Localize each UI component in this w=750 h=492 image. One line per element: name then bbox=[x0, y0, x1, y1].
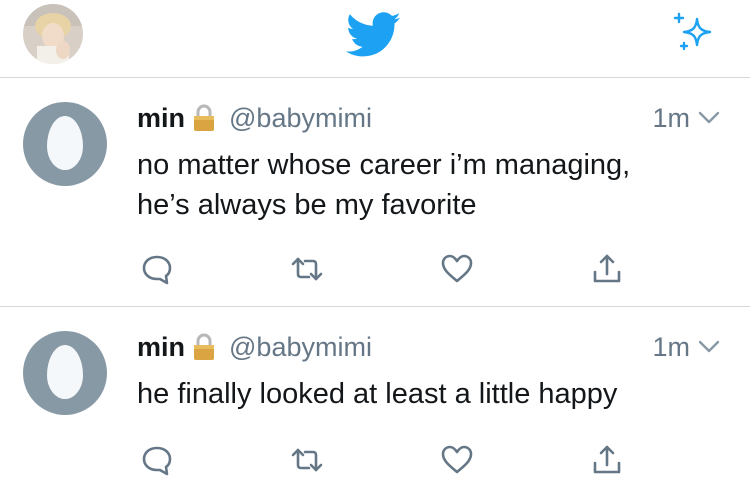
tweet-time: 1m bbox=[652, 101, 720, 135]
retweet-icon[interactable] bbox=[287, 249, 327, 289]
tweet-text: no matter whose career i’m managing, he’… bbox=[137, 145, 727, 225]
reply-icon[interactable] bbox=[137, 249, 177, 289]
lock-icon bbox=[194, 104, 215, 131]
like-icon[interactable] bbox=[437, 249, 477, 289]
tweet-text-line: no matter whose career i’m managing, bbox=[137, 149, 631, 181]
user-handle[interactable]: @babymimi bbox=[229, 332, 372, 363]
default-avatar-egg-icon[interactable] bbox=[23, 102, 107, 186]
display-name[interactable]: min bbox=[137, 103, 185, 134]
display-name[interactable]: min bbox=[137, 332, 185, 363]
share-icon[interactable] bbox=[587, 440, 627, 480]
tweet-text-line: he finally looked at least a little happ… bbox=[137, 378, 618, 410]
avatar-photo bbox=[23, 4, 83, 64]
retweet-icon[interactable] bbox=[287, 440, 327, 480]
timestamp: 1m bbox=[652, 102, 690, 133]
tweet-text: he finally looked at least a little happ… bbox=[137, 374, 727, 414]
tweet-header: min @babymimi bbox=[137, 101, 372, 135]
tweet[interactable]: min @babymimi 1m he finally looked at le… bbox=[0, 308, 750, 492]
tweet-text-line: he’s always be my favorite bbox=[137, 189, 477, 221]
top-bar bbox=[0, 0, 750, 78]
share-icon[interactable] bbox=[587, 249, 627, 289]
tweet-actions bbox=[137, 440, 637, 480]
reply-icon[interactable] bbox=[137, 440, 177, 480]
tweet-time: 1m bbox=[652, 330, 720, 364]
chevron-down-icon[interactable] bbox=[698, 111, 720, 125]
default-avatar-egg-icon[interactable] bbox=[23, 331, 107, 415]
tweet[interactable]: min @babymimi 1m no matter whose career … bbox=[0, 79, 750, 307]
like-icon[interactable] bbox=[437, 440, 477, 480]
tweet-header: min @babymimi bbox=[137, 330, 372, 364]
user-handle[interactable]: @babymimi bbox=[229, 103, 372, 134]
sparkle-icon[interactable] bbox=[670, 10, 718, 56]
profile-avatar[interactable] bbox=[23, 4, 83, 64]
twitter-bird-icon[interactable] bbox=[344, 12, 404, 58]
timestamp: 1m bbox=[652, 331, 690, 362]
chevron-down-icon[interactable] bbox=[698, 340, 720, 354]
lock-icon bbox=[194, 333, 215, 360]
tweet-actions bbox=[137, 249, 637, 289]
